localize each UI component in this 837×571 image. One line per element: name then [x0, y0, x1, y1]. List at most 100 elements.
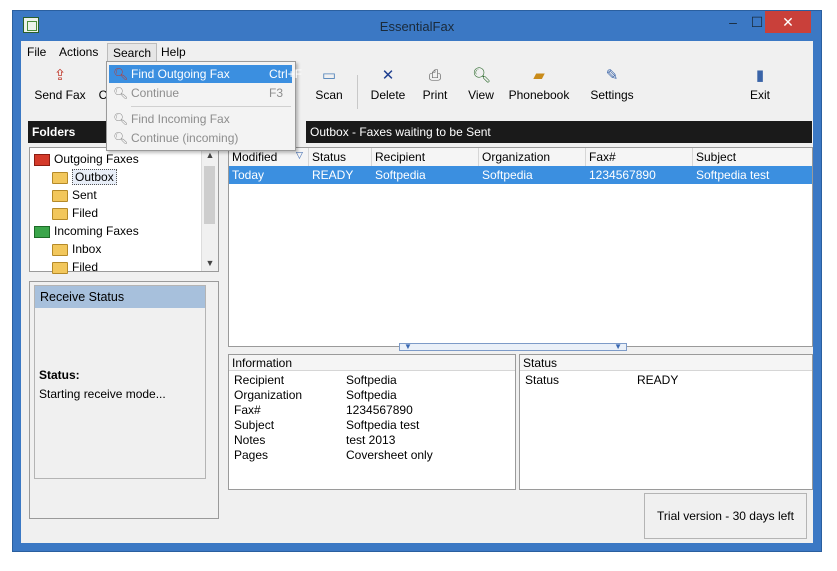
settings-label: Settings [590, 88, 634, 102]
delete-icon: ✕ [381, 67, 395, 84]
tree-item-label: Outbox [72, 169, 117, 185]
menu-item-continue[interactable]: 🔍︎ Continue F3 [109, 84, 292, 102]
cell-recipient: Softpedia [375, 168, 426, 182]
scanner-icon: ▭ [321, 67, 337, 84]
column-header-fax[interactable]: Fax# [586, 148, 693, 166]
info-row: Pages Coversheet only [234, 448, 433, 463]
menu-item-label: Continue [131, 86, 180, 100]
fax-list[interactable]: Modified ▽ Status Recipient Organization… [228, 147, 813, 347]
menu-actions[interactable]: Actions [54, 43, 103, 61]
close-button[interactable]: ✕ [765, 11, 811, 33]
magnifier-icon: 🔍︎ [113, 67, 129, 81]
info-row: Fax# 1234567890 [234, 403, 413, 418]
splitter-left-arrow-icon: ▼ [404, 342, 412, 351]
outgoing-tray-icon [34, 153, 50, 166]
tree-item-filed-outgoing[interactable]: Filed [52, 204, 98, 222]
magnifier-icon: 🔍︎ [113, 131, 129, 145]
information-title: Information [229, 355, 515, 371]
folder-open-icon [52, 171, 68, 184]
info-value: Coversheet only [346, 448, 433, 462]
send-fax-icon: ⇪ [53, 67, 67, 84]
menu-help[interactable]: Help [156, 43, 191, 61]
view-button[interactable]: 🔍︎ View [461, 67, 501, 102]
incoming-tray-icon [34, 225, 50, 238]
window-title: EssentialFax [379, 19, 455, 34]
trial-notice: Trial version - 30 days left [644, 493, 807, 539]
folder-icon [52, 207, 68, 220]
menu-file[interactable]: File [22, 43, 51, 61]
tree-item-sent[interactable]: Sent [52, 186, 97, 204]
fax-list-header: Modified ▽ Status Recipient Organization… [229, 148, 812, 167]
tree-scrollbar[interactable]: ▲ ▼ [201, 148, 218, 271]
receive-status-label: Status: [39, 368, 80, 382]
tree-item-filed-incoming[interactable]: Filed [52, 258, 98, 276]
print-button[interactable]: ⎙ Print [415, 67, 455, 102]
menu-item-shortcut: F3 [269, 86, 284, 100]
tree-item-outbox[interactable]: Outbox [52, 168, 117, 186]
info-key: Fax# [234, 403, 261, 417]
info-key: Recipient [234, 373, 285, 387]
folder-icon [52, 243, 68, 256]
info-key: Notes [234, 433, 266, 447]
send-fax-button[interactable]: ⇪ Send Fax [29, 67, 91, 102]
scroll-down-icon[interactable]: ▼ [202, 256, 218, 270]
cell-organization: Softpedia [482, 168, 533, 182]
menu-item-find-outgoing-fax[interactable]: 🔍︎ Find Outgoing Fax Ctrl+F [109, 65, 302, 83]
view-label: View [468, 88, 494, 102]
cell-status: READY [312, 168, 354, 182]
delete-label: Delete [370, 88, 406, 102]
exit-button[interactable]: ▮ Exit [743, 67, 777, 102]
cell-modified: Today [232, 168, 265, 182]
cell-fax: 1234567890 [589, 168, 656, 182]
tree-item-label: Filed [72, 260, 99, 274]
info-value: Softpedia [346, 388, 397, 402]
column-header-recipient[interactable]: Recipient [372, 148, 479, 166]
scan-button[interactable]: ▭ Scan [309, 67, 349, 102]
column-header-status[interactable]: Status [309, 148, 372, 166]
scan-label: Scan [315, 88, 343, 102]
view-document-icon: 🔍︎ [472, 67, 492, 84]
status-value: READY [637, 373, 679, 387]
info-row: Organization Softpedia [234, 388, 397, 403]
tree-item-label: Sent [72, 188, 97, 202]
scroll-thumb[interactable] [204, 166, 215, 224]
panel-splitter[interactable]: ▼ ▼ [399, 342, 627, 351]
tree-item-inbox[interactable]: Inbox [52, 240, 101, 258]
settings-button[interactable]: ✎ Settings [581, 67, 643, 102]
menu-item-label: Find Outgoing Fax [131, 67, 230, 81]
menu-item-find-incoming-fax[interactable]: 🔍︎ Find Incoming Fax [109, 110, 292, 128]
receive-status-title: Receive Status [35, 286, 205, 308]
column-header-subject[interactable]: Subject [693, 148, 812, 166]
info-row: Recipient Softpedia [234, 373, 397, 388]
info-value: Softpedia test [346, 418, 420, 432]
info-key: Pages [234, 448, 269, 462]
search-menu-dropdown: 🔍︎ Find Outgoing Fax Ctrl+F 🔍︎ Continue … [106, 61, 302, 151]
settings-icon: ✎ [605, 67, 619, 84]
sort-descending-icon: ▽ [296, 150, 303, 160]
menu-item-continue-incoming[interactable]: 🔍︎ Continue (incoming) [109, 129, 292, 147]
folder-tree[interactable]: Outgoing Faxes Outbox Sent Filed Incomin… [29, 147, 219, 274]
folder-icon [52, 189, 68, 202]
info-key: Organization [234, 388, 303, 402]
column-header-organization[interactable]: Organization [479, 148, 586, 166]
tree-item-outgoing-faxes[interactable]: Outgoing Faxes [34, 150, 139, 168]
menu-item-shortcut: Ctrl+F [269, 67, 302, 81]
title-bar[interactable]: EssentialFax – ☐ ✕ [13, 11, 821, 43]
magnifier-icon: 🔍︎ [113, 86, 129, 100]
menu-search[interactable]: Search [107, 43, 158, 62]
info-value: 1234567890 [346, 403, 413, 417]
folder-icon [52, 261, 68, 274]
info-value: test 2013 [346, 433, 396, 447]
delete-button[interactable]: ✕ Delete [365, 67, 411, 102]
status-key: Status [525, 373, 560, 387]
table-row[interactable]: Today READY Softpedia Softpedia 12345678… [229, 166, 812, 184]
magnifier-icon: 🔍︎ [113, 112, 129, 126]
tree-item-incoming-faxes[interactable]: Incoming Faxes [34, 222, 139, 240]
printer-icon: ⎙ [428, 67, 441, 84]
phonebook-button[interactable]: ▰ Phonebook [503, 67, 575, 102]
receive-status-box: Receive Status Status: Starting receive … [34, 285, 206, 479]
receive-status-panel: Receive Status Status: Starting receive … [29, 281, 219, 519]
cell-subject: Softpedia test [696, 168, 770, 182]
print-label: Print [422, 88, 448, 102]
menu-item-label: Continue (incoming) [131, 131, 239, 145]
